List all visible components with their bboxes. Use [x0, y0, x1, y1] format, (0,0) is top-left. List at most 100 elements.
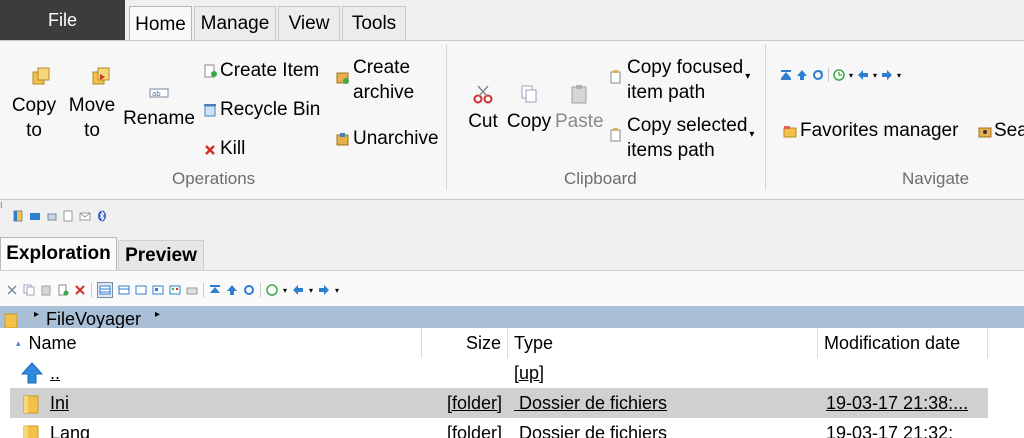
forward-icon[interactable]: [318, 284, 330, 296]
copy-button[interactable]: Copy: [506, 84, 552, 134]
icons-view-icon[interactable]: [152, 284, 164, 296]
forward-icon[interactable]: [881, 69, 893, 81]
up-icon[interactable]: [226, 284, 238, 296]
move-to-label-2: to: [84, 120, 100, 141]
create-archive-button[interactable]: Create archive: [336, 55, 414, 105]
navigate-toolbar: ▾ ▾ ▾: [780, 68, 901, 82]
cut-icon[interactable]: [6, 284, 18, 296]
copy-icon[interactable]: [23, 284, 35, 296]
top-icon[interactable]: [209, 284, 221, 296]
column-header-name[interactable]: ▴ Name: [10, 328, 422, 358]
group-separator: [765, 44, 766, 190]
favorites-icon: [783, 125, 797, 137]
tab-view[interactable]: View: [278, 6, 340, 40]
create-archive-label-2: archive: [353, 82, 415, 103]
search-icon: [978, 127, 992, 137]
panel-left-icon[interactable]: [13, 210, 23, 222]
search-button[interactable]: Sea: [978, 118, 1024, 143]
panel-single-icon[interactable]: [29, 210, 41, 222]
paste-icon[interactable]: [40, 284, 52, 296]
forward-dropdown-icon[interactable]: ▾: [897, 71, 901, 80]
column-name-label: Name: [28, 332, 77, 353]
toolbar-separator: [91, 283, 92, 297]
small-icons-view-icon[interactable]: [135, 284, 147, 296]
back-dropdown-icon[interactable]: ▾: [873, 71, 877, 80]
path-bar[interactable]: [0, 306, 1024, 328]
column-header-type[interactable]: Type: [508, 328, 818, 358]
copy-focused-path-icon: [610, 70, 621, 84]
view-details-button[interactable]: [97, 282, 113, 298]
create-archive-label-1: Create: [353, 57, 411, 78]
rename-icon: ab: [149, 88, 169, 98]
back-icon[interactable]: [857, 69, 869, 81]
copy-to-button[interactable]: Copy to: [10, 66, 58, 143]
quick-toolbar-grip: ⁝: [0, 201, 3, 210]
kill-icon: [205, 144, 215, 155]
list-item-lang[interactable]: Lang [folder] Dossier de fichiers 19-03-…: [10, 418, 988, 438]
copy-selected-paths-button[interactable]: Copy selected items path ▾: [609, 113, 754, 163]
back-icon[interactable]: [292, 284, 304, 296]
clipboard-group-label: Clipboard: [564, 169, 637, 188]
create-item-button[interactable]: Create Item: [203, 58, 319, 83]
row-size: [folder]: [446, 392, 502, 413]
sort-ascending-icon: ▴: [16, 337, 21, 348]
unarchive-button[interactable]: Unarchive: [336, 126, 439, 151]
cut-button[interactable]: Cut: [464, 84, 502, 134]
tiles-view-icon[interactable]: [169, 284, 181, 296]
kill-icon[interactable]: [74, 284, 86, 296]
kill-button[interactable]: Kill: [203, 136, 245, 161]
list-item-parent[interactable]: .. [up]: [10, 358, 988, 388]
row-date: 19-03-17 21:38:...: [826, 392, 969, 413]
copy-focused-path-button[interactable]: Copy focused item path ▾: [609, 55, 750, 105]
bluetooth-icon[interactable]: [97, 210, 107, 222]
paste-icon: [571, 85, 587, 104]
list-item-ini[interactable]: Ini [folder] Dossier de fichiers 19-03-1…: [10, 388, 988, 418]
tab-home[interactable]: Home: [129, 6, 192, 42]
tab-file[interactable]: File: [0, 0, 125, 41]
refresh-icon[interactable]: [243, 284, 255, 296]
column-header-date[interactable]: Modification date: [818, 328, 988, 358]
create-item-icon: [204, 64, 217, 77]
breadcrumb-item[interactable]: FileVoyager: [46, 310, 141, 328]
list-view-icon[interactable]: [118, 284, 130, 296]
search-label: Sea: [994, 120, 1024, 141]
row-name[interactable]: ..: [50, 358, 60, 388]
copy-icon: [521, 85, 537, 103]
recycle-bin-button[interactable]: Recycle Bin: [203, 97, 320, 122]
tab-preview[interactable]: Preview: [118, 240, 204, 270]
history-dropdown-icon[interactable]: ▾: [849, 71, 853, 80]
favorites-manager-button[interactable]: Favorites manager: [783, 118, 958, 143]
history-dropdown-icon[interactable]: ▾: [283, 286, 287, 295]
up-icon[interactable]: [796, 69, 808, 81]
tab-manage[interactable]: Manage: [194, 6, 276, 40]
create-archive-icon: [336, 72, 349, 84]
recycle-bin-icon: [204, 103, 216, 116]
row-name[interactable]: Ini: [50, 388, 69, 418]
toolbar-separator: [203, 283, 204, 297]
row-name[interactable]: Lang: [50, 418, 90, 438]
tab-exploration[interactable]: Exploration: [0, 237, 117, 270]
breadcrumb-separator-icon[interactable]: ▸: [34, 309, 39, 320]
move-to-icon: [92, 67, 109, 85]
create-item-icon[interactable]: [57, 284, 69, 296]
tab-tools[interactable]: Tools: [342, 6, 406, 40]
breadcrumb-chevron-icon[interactable]: ▸: [155, 309, 160, 320]
rename-button[interactable]: ab Rename: [122, 86, 196, 131]
refresh-icon[interactable]: [812, 69, 824, 81]
copy-focused-dropdown-icon[interactable]: ▾: [745, 71, 750, 105]
document-icon[interactable]: [63, 210, 73, 222]
move-to-button[interactable]: Move to: [64, 66, 120, 143]
history-icon[interactable]: [266, 284, 278, 296]
column-header-size[interactable]: Size: [422, 328, 508, 358]
mail-icon[interactable]: [79, 210, 91, 222]
top-icon[interactable]: [780, 69, 792, 81]
thumbnails-view-icon[interactable]: [186, 284, 198, 296]
forward-dropdown-icon[interactable]: ▾: [335, 286, 339, 295]
back-dropdown-icon[interactable]: ▾: [309, 286, 313, 295]
copy-selected-dropdown-icon[interactable]: ▾: [749, 129, 754, 163]
paste-button[interactable]: Paste: [555, 84, 604, 134]
move-to-label-1: Move: [68, 95, 116, 116]
copy-focused-label-1: Copy focused: [627, 57, 744, 78]
history-icon[interactable]: [833, 69, 845, 81]
drive-icon[interactable]: [47, 210, 57, 222]
